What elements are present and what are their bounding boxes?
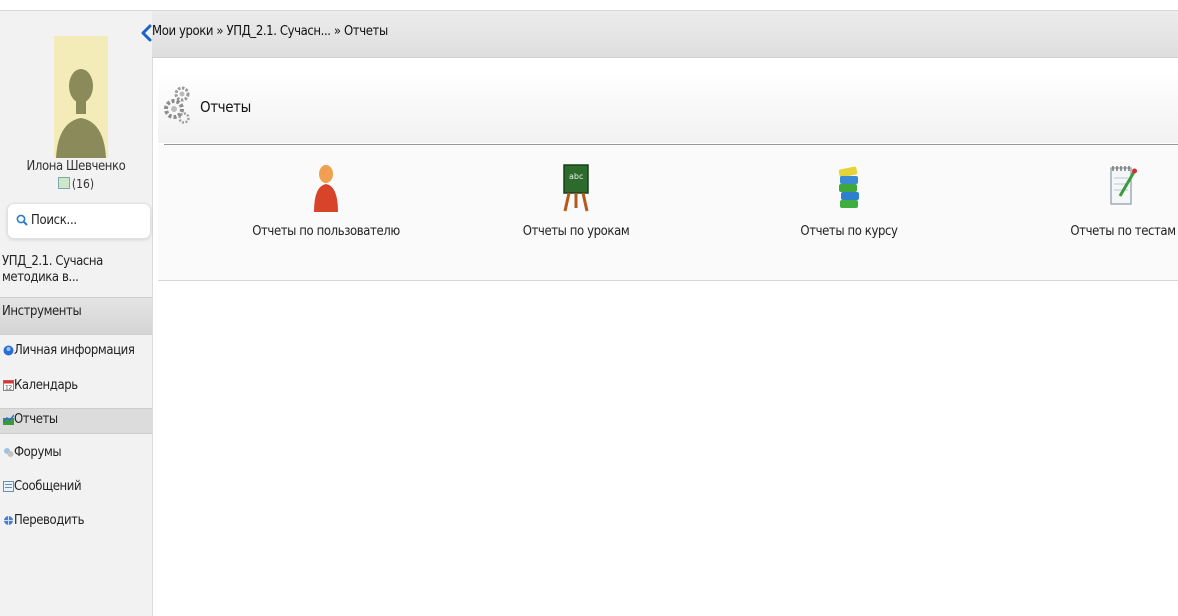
tools-header: Инструменты bbox=[0, 297, 152, 335]
report-label: Отчеты по пользователю bbox=[252, 224, 400, 239]
search-input[interactable]: Поиск... bbox=[31, 213, 77, 228]
user-icon bbox=[314, 165, 338, 212]
sidebar-item-label: Форумы bbox=[14, 445, 62, 460]
books-icon bbox=[838, 166, 859, 208]
message-count[interactable]: (16) bbox=[0, 177, 152, 191]
notepad-icon bbox=[1110, 166, 1137, 205]
svg-text:abc: abc bbox=[569, 172, 583, 181]
top-bar bbox=[0, 0, 1178, 11]
report-label: Отчеты по тестам bbox=[1070, 224, 1176, 239]
message-icon bbox=[57, 177, 70, 189]
forums-icon bbox=[4, 448, 14, 457]
message-count-label: (16) bbox=[71, 177, 95, 191]
sidebar-item-reports[interactable]: Отчеты bbox=[0, 408, 152, 434]
report-by-course[interactable]: Отчеты по курсу bbox=[749, 162, 949, 239]
page-title: Отчеты bbox=[200, 98, 251, 116]
gears-icon bbox=[164, 86, 190, 124]
reports-icon bbox=[3, 414, 14, 425]
tools-label: Инструменты bbox=[2, 304, 82, 319]
sidebar-item-personal-info[interactable]: Личная информация bbox=[0, 340, 152, 364]
user-info-icon bbox=[3, 345, 14, 356]
sidebar-item-label: Календарь bbox=[14, 378, 78, 393]
sidebar-item-translate[interactable]: Переводить bbox=[0, 510, 152, 534]
calendar-icon: 12 bbox=[3, 380, 14, 391]
sidebar-item-messages[interactable]: Сообщений bbox=[0, 476, 152, 500]
report-by-tests[interactable]: Отчеты по тестам bbox=[1023, 162, 1178, 239]
avatar[interactable] bbox=[54, 36, 108, 158]
user-name[interactable]: Илона Шевченко bbox=[0, 159, 152, 174]
chalkboard-icon: abc bbox=[563, 164, 589, 212]
sidebar-item-label: Переводить bbox=[14, 513, 85, 528]
report-label: Отчеты по курсу bbox=[800, 224, 898, 239]
sidebar-item-label: Личная информация bbox=[14, 343, 135, 358]
report-by-lessons[interactable]: abc Отчеты по урокам bbox=[476, 162, 676, 239]
sidebar-item-forums[interactable]: Форумы bbox=[0, 442, 152, 466]
course-title[interactable]: УПД_2.1. Сучасна методика в... bbox=[2, 254, 150, 286]
report-by-user[interactable]: Отчеты по пользователю bbox=[226, 162, 426, 239]
sidebar-item-calendar[interactable]: 12 Календарь bbox=[0, 375, 152, 399]
sidebar-item-label: Сообщений bbox=[14, 479, 82, 494]
page-header: Отчеты bbox=[158, 73, 1178, 143]
sidebar: Илона Шевченко (16) Поиск... УПД_2.1. Су… bbox=[0, 11, 153, 616]
report-label: Отчеты по урокам bbox=[522, 224, 630, 239]
translate-icon bbox=[4, 516, 13, 525]
breadcrumb-text[interactable]: Мои уроки » УПД_2.1. Сучасн... » Отчеты bbox=[152, 24, 388, 39]
breadcrumb: Мои уроки » УПД_2.1. Сучасн... » Отчеты bbox=[141, 11, 1178, 58]
reports-panel: Отчеты по пользователю abc Отчеты по уро… bbox=[158, 145, 1178, 281]
search-icon bbox=[16, 214, 28, 226]
search-box[interactable]: Поиск... bbox=[7, 203, 151, 239]
sidebar-item-label: Отчеты bbox=[14, 412, 58, 427]
svg-text:12: 12 bbox=[5, 385, 12, 392]
messages-icon bbox=[3, 481, 14, 492]
back-arrow-icon[interactable] bbox=[139, 24, 153, 42]
